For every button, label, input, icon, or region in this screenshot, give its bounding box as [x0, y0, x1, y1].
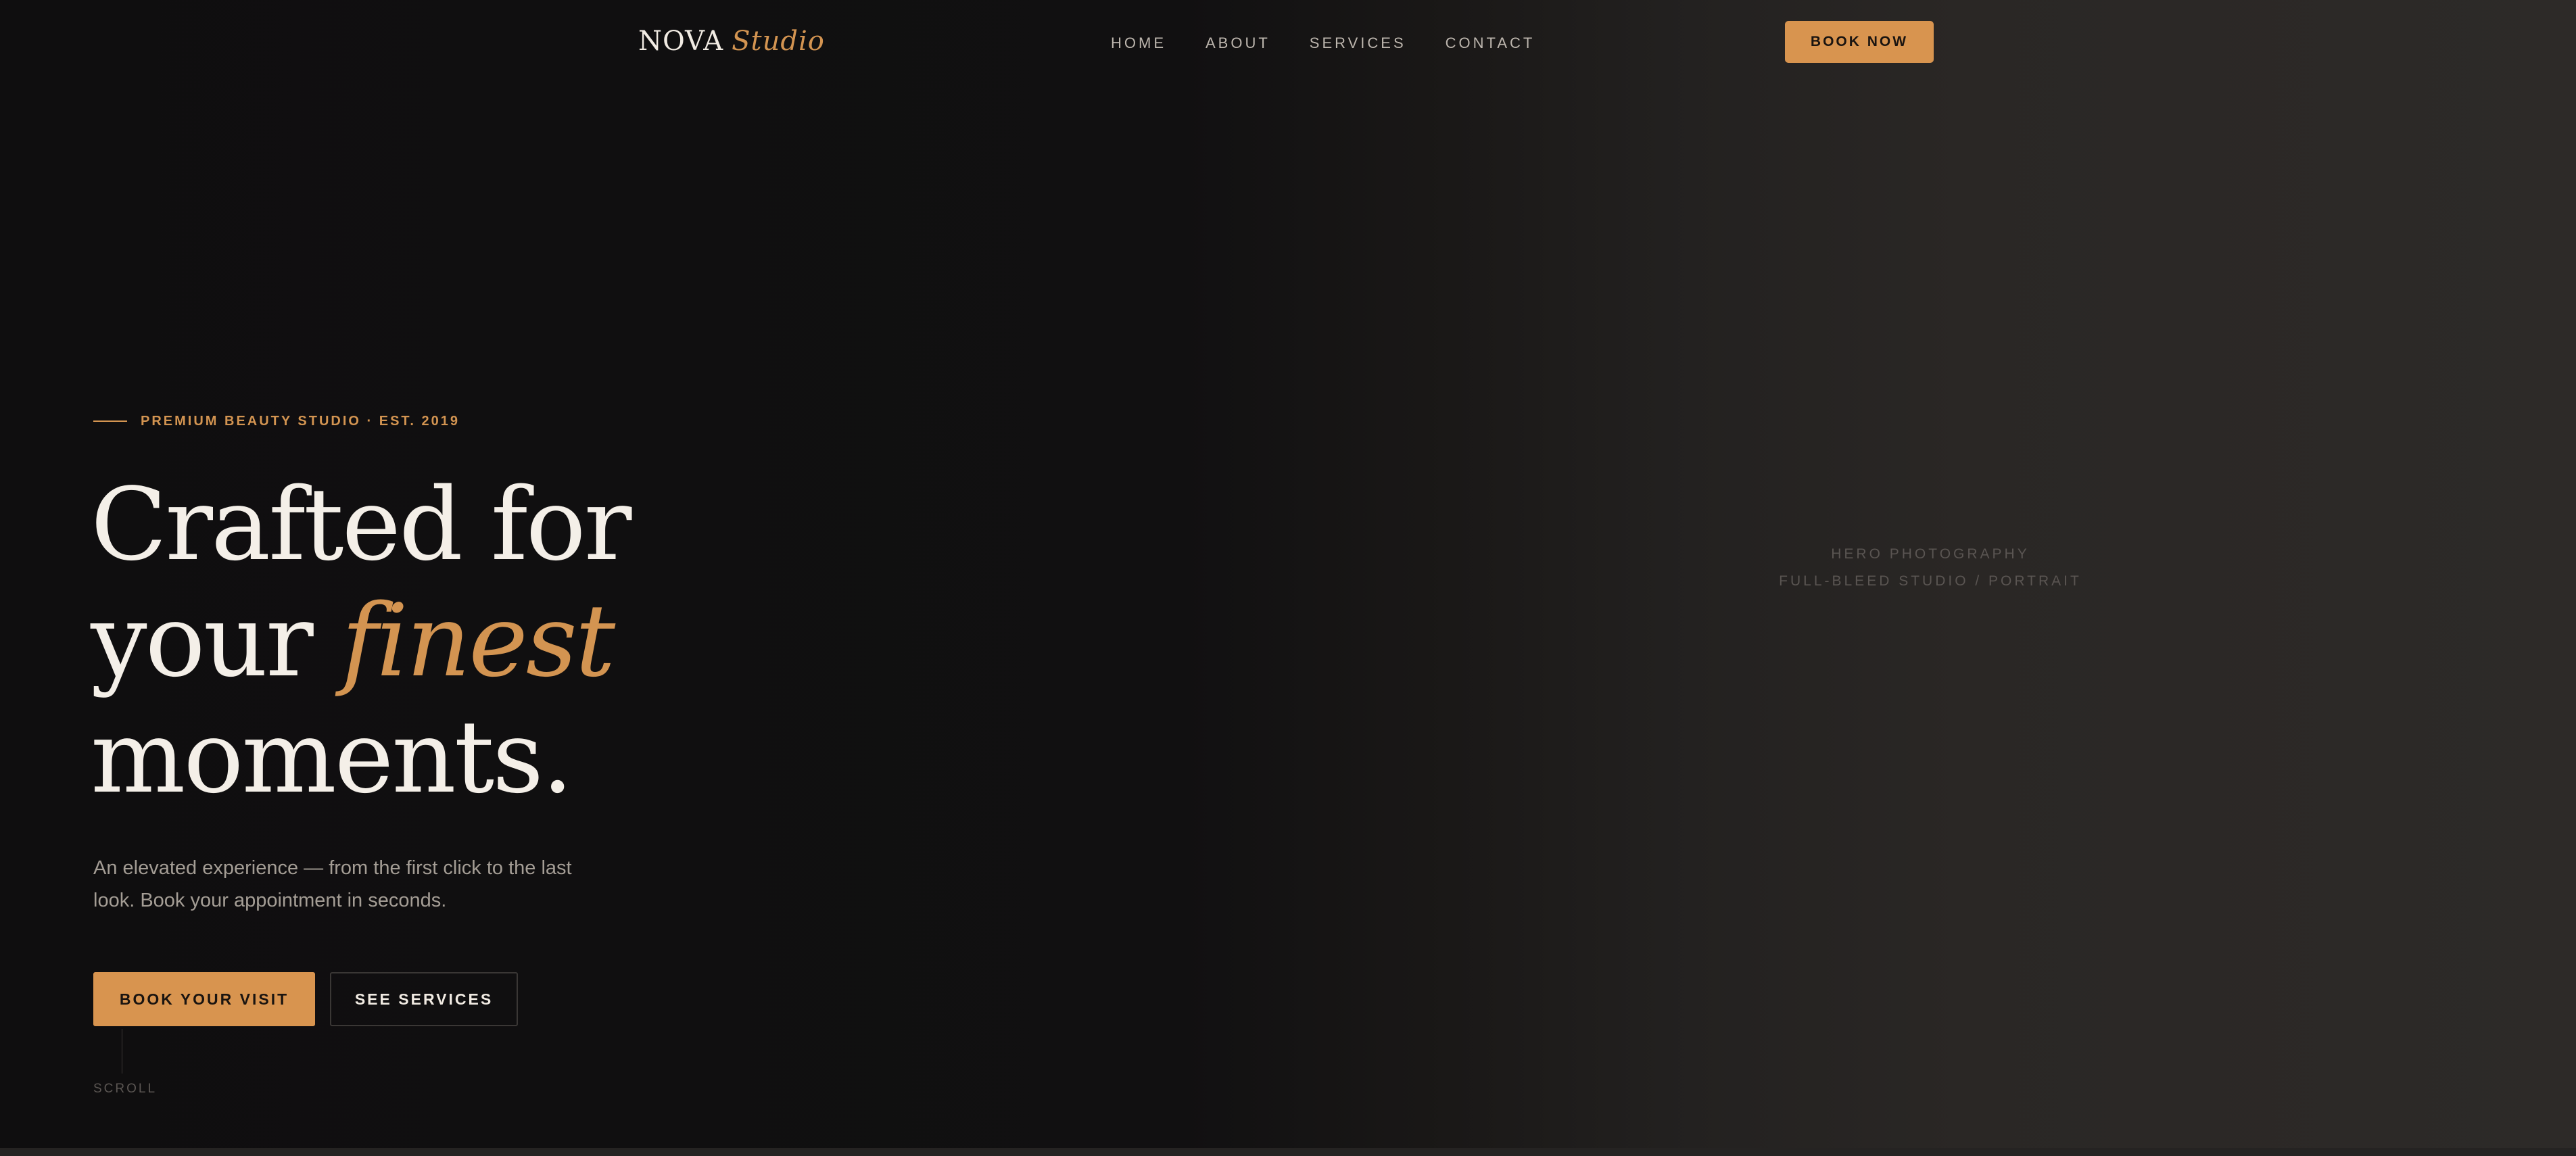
headline-line-2-start: your	[91, 583, 314, 699]
headline-line-1: Crafted for	[91, 466, 631, 583]
hero-headline: Crafted for your finest moments.	[91, 466, 902, 815]
headline-line-2: your finest	[91, 583, 902, 699]
scroll-indicator-label[interactable]: SCROLL	[93, 1082, 157, 1097]
eyebrow-rule	[93, 420, 127, 422]
nav-link-about[interactable]: ABOUT	[1206, 30, 1270, 57]
book-your-visit-button[interactable]: BOOK YOUR VISIT	[93, 972, 315, 1026]
hero-subtext: An elevated experience — from the first …	[93, 857, 572, 911]
eyebrow-text: PREMIUM BEAUTY STUDIO · EST. 2019	[141, 413, 460, 429]
brand-logo[interactable]: NOVA Studio	[638, 20, 825, 62]
headline-accent-word: finest	[341, 583, 615, 699]
logo-main-text: NOVA	[638, 26, 724, 57]
next-section-edge	[0, 1148, 2576, 1156]
placeholder-caption: FULL-BLEED STUDIO / PORTRAIT	[1779, 573, 2082, 589]
nav-link-services[interactable]: SERVICES	[1310, 30, 1406, 57]
placeholder-title: HERO PHOTOGRAPHY	[1831, 546, 2030, 562]
book-now-button[interactable]: BOOK NOW	[1785, 21, 1934, 63]
logo-accent-text: Studio	[732, 26, 825, 57]
see-services-button[interactable]: SEE SERVICES	[330, 972, 518, 1026]
eyebrow: PREMIUM BEAUTY STUDIO · EST. 2019	[93, 409, 460, 433]
headline-line-3: moments.	[91, 699, 573, 815]
nav-links: HOME ABOUT SERVICES CONTACT	[1111, 30, 1535, 57]
hero-photo-placeholder: HERO PHOTOGRAPHY FULL-BLEED STUDIO / POR…	[1727, 541, 2133, 595]
nav-link-home[interactable]: HOME	[1111, 30, 1166, 57]
top-navigation: NOVA Studio HOME ABOUT SERVICES CONTACT B…	[0, 0, 2576, 85]
nav-link-contact[interactable]: CONTACT	[1446, 30, 1535, 57]
